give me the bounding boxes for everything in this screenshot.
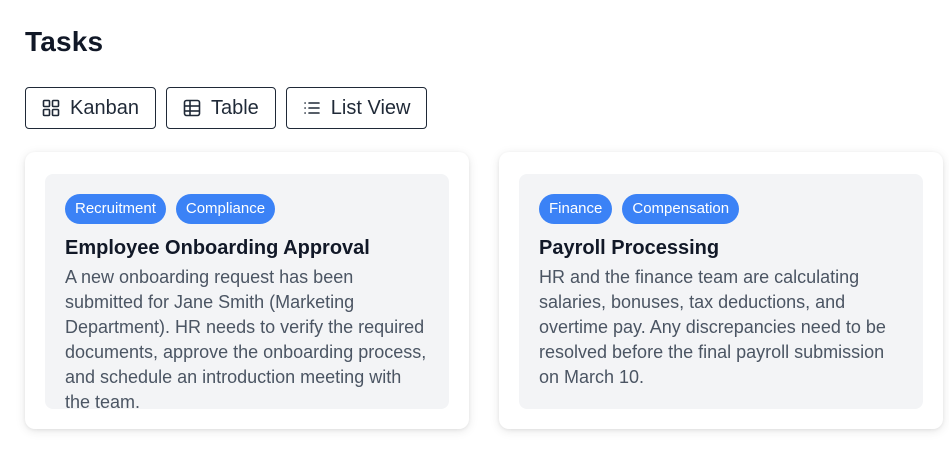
task-card[interactable]: Finance Compensation Payroll Processing … <box>499 152 943 429</box>
task-title: Employee Onboarding Approval <box>65 237 370 259</box>
task-description: A new onboarding request has been submit… <box>65 267 427 412</box>
kanban-view-label: Kanban <box>70 96 139 119</box>
list-view-label: List View <box>330 96 411 119</box>
task-card-body: Recruitment Compliance Employee Onboardi… <box>45 174 449 412</box>
table-view-button[interactable]: Table <box>165 87 276 129</box>
tasks-page: Tasks Kanban Table List View Recruitment… <box>0 0 949 455</box>
task-card-body: Finance Compensation Payroll Processing … <box>519 174 923 409</box>
list-icon <box>303 99 321 117</box>
table-icon <box>183 99 201 117</box>
list-view-button[interactable]: List View <box>285 87 428 129</box>
kanban-view-button[interactable]: Kanban <box>25 87 156 129</box>
table-view-label: Table <box>210 96 259 119</box>
task-description: HR and the finance team are calculating … <box>539 267 886 387</box>
task-tags: Recruitment Compliance <box>65 194 429 224</box>
task-title: Payroll Processing <box>539 237 720 259</box>
tag-badge: Finance <box>539 194 613 224</box>
tag-badge: Recruitment <box>65 194 166 224</box>
page-title: Tasks <box>25 26 104 57</box>
task-tags: Finance Compensation <box>539 194 903 224</box>
tag-badge: Compliance <box>175 194 276 224</box>
view-switcher: Kanban Table List View <box>25 87 428 129</box>
tag-badge: Compensation <box>622 194 740 224</box>
grid-icon <box>42 99 60 117</box>
task-card[interactable]: Recruitment Compliance Employee Onboardi… <box>25 152 469 429</box>
